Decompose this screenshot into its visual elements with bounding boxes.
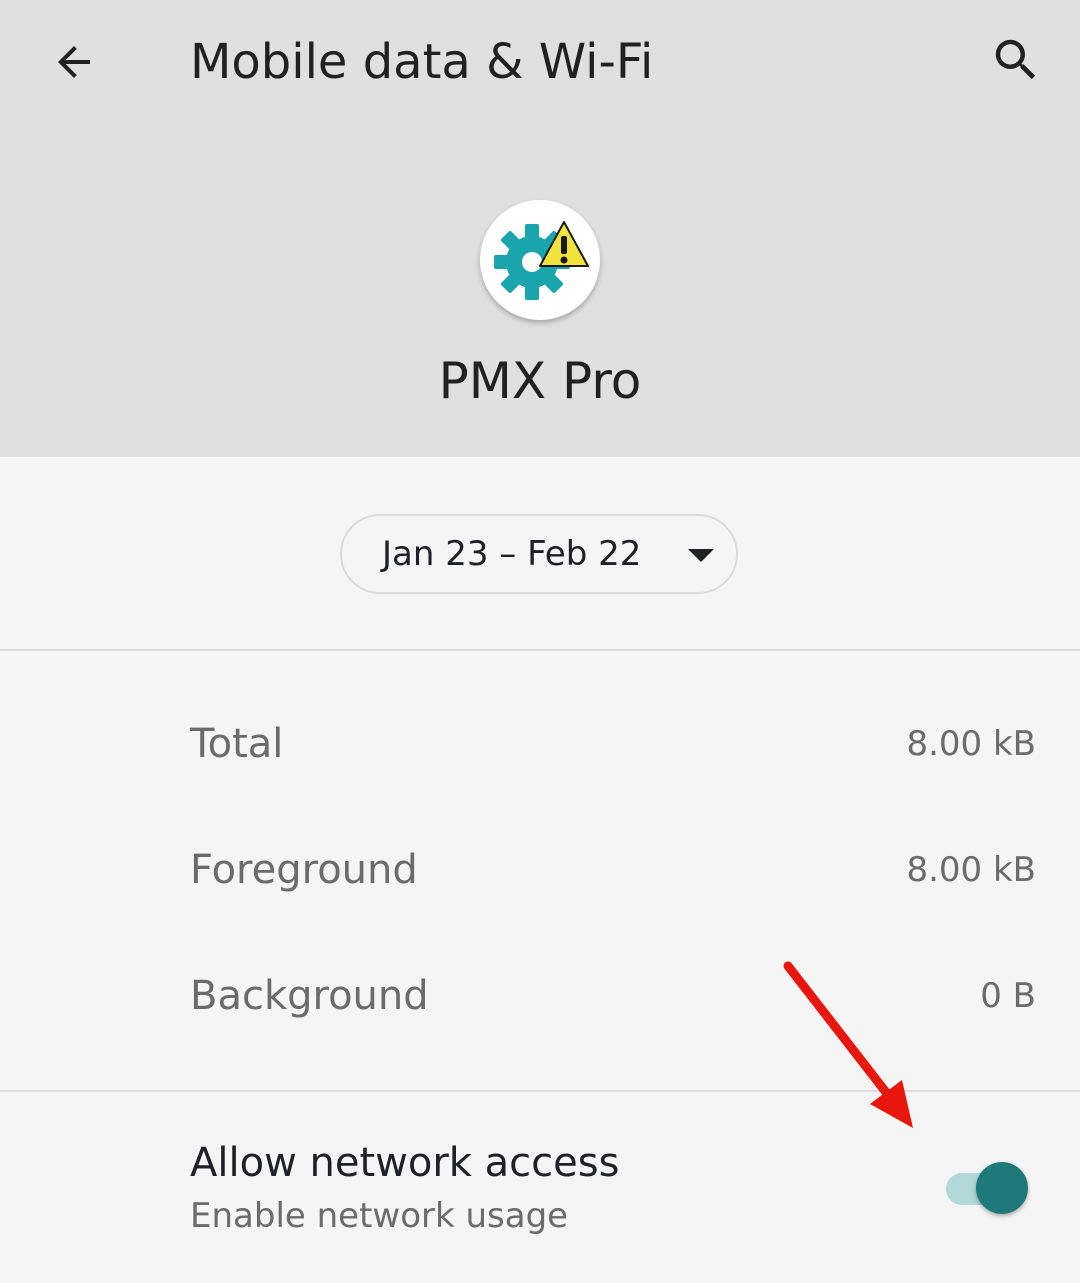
- billing-cycle-dropdown[interactable]: Jan 23 – Feb 22: [340, 514, 738, 594]
- search-button[interactable]: [976, 20, 1056, 100]
- red-arrow-annotation: [783, 961, 913, 1128]
- gear-warning-icon: [494, 221, 589, 300]
- toggle-thumb: [976, 1162, 1028, 1214]
- usage-value: 8.00 kB: [906, 724, 1036, 764]
- usage-value: 8.00 kB: [906, 850, 1036, 890]
- back-button[interactable]: [34, 22, 114, 102]
- caret-down-icon: [688, 549, 714, 562]
- usage-label: Background: [190, 973, 429, 1019]
- usage-label: Foreground: [190, 847, 418, 893]
- app-name: PMX Pro: [438, 352, 642, 410]
- app-header: Mobile data & Wi-Fi PMX Pro: [0, 0, 1080, 457]
- allow-network-access-title: Allow network access: [190, 1140, 620, 1186]
- app-icon: [480, 200, 600, 320]
- arrow-back-icon: [58, 46, 90, 78]
- allow-network-access-toggle[interactable]: [944, 1161, 1032, 1217]
- usage-value: 0 B: [980, 976, 1036, 1016]
- allow-network-access-summary: Enable network usage: [190, 1196, 569, 1236]
- usage-label: Total: [190, 721, 284, 767]
- page-title: Mobile data & Wi-Fi: [190, 34, 654, 90]
- billing-cycle-label: Jan 23 – Feb 22: [382, 534, 642, 574]
- search-icon: [995, 39, 1036, 80]
- divider: [0, 649, 1080, 651]
